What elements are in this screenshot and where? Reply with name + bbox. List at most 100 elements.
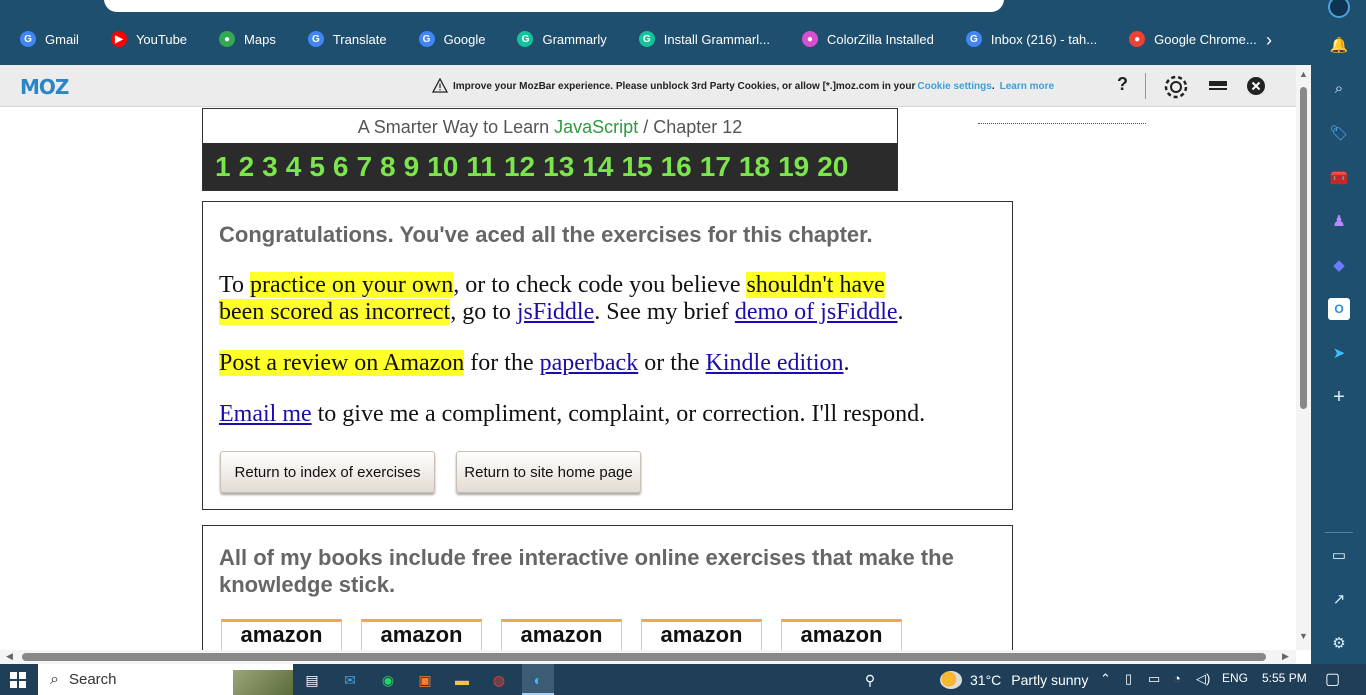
amazon-logo: amazon	[660, 622, 743, 647]
chapter-link[interactable]: 12	[504, 151, 535, 183]
bookmark-item[interactable]: G Gmail	[0, 26, 91, 52]
settings-icon[interactable]: ⚙	[1328, 632, 1350, 654]
grammarly-icon: G	[638, 31, 655, 47]
chevron-up-icon[interactable]: ⌃	[1100, 671, 1111, 687]
chapter-link[interactable]: 9	[404, 151, 420, 183]
chapter-link[interactable]: 7	[356, 151, 372, 183]
battery-icon[interactable]: ▭	[1148, 671, 1160, 687]
weather-widget[interactable]: 31°C Partly sunny	[940, 671, 1088, 689]
shopping-tag-icon[interactable]: 🏷	[1328, 122, 1350, 144]
horizontal-scroll-thumb[interactable]	[22, 653, 1266, 661]
search-icon[interactable]: ⌕	[1328, 77, 1350, 99]
moz-logo[interactable]: MOZ	[20, 75, 69, 99]
cookie-settings-link[interactable]: Cookie settings	[917, 81, 991, 92]
jsfiddle-link[interactable]: jsFiddle	[517, 299, 594, 325]
chapter-link[interactable]: 10	[427, 151, 458, 183]
scroll-right-icon[interactable]: ▶	[1282, 651, 1289, 662]
volume-icon[interactable]: ◁)	[1196, 671, 1210, 687]
amazon-book-link[interactable]: amazon	[221, 619, 342, 650]
scroll-down-icon[interactable]: ▼	[1299, 631, 1308, 641]
chapter-link[interactable]: 15	[621, 151, 652, 183]
vertical-scrollbar[interactable]: ▲ ▼	[1296, 65, 1311, 650]
outlook-icon[interactable]: O	[1328, 298, 1350, 320]
chevron-right-icon[interactable]: ›	[1266, 30, 1272, 51]
split-screen-icon[interactable]: ▭	[1328, 544, 1350, 566]
chapter-link[interactable]: 4	[286, 151, 302, 183]
windows-start-icon[interactable]	[10, 672, 26, 688]
chapter-link[interactable]: 6	[333, 151, 349, 183]
profile-icon[interactable]	[1328, 0, 1350, 18]
kindle-edition-link[interactable]: Kindle edition	[706, 350, 844, 376]
bookmark-item[interactable]: G Grammarly	[497, 26, 618, 52]
chapter-link[interactable]: 8	[380, 151, 396, 183]
chrome-icon[interactable]: ◍	[489, 670, 509, 690]
device-icon[interactable]: ▯	[1125, 671, 1132, 687]
paperback-link[interactable]: paperback	[540, 350, 639, 376]
weather-temp: 31°C	[970, 672, 1002, 688]
bookmark-item[interactable]: G Translate	[288, 26, 399, 52]
help-icon[interactable]: ?	[1117, 74, 1128, 95]
bookmark-item[interactable]: G Install Grammarl...	[619, 26, 782, 52]
task-view-icon[interactable]: ▤	[302, 670, 322, 690]
toolbox-icon[interactable]: 🧰	[1328, 166, 1350, 188]
games-icon[interactable]: ♟	[1328, 210, 1350, 232]
language-indicator[interactable]: ENG	[1222, 671, 1248, 685]
open-external-icon[interactable]: ↗	[1328, 588, 1350, 610]
bookmark-item[interactable]: ● ColorZilla Installed	[782, 26, 946, 52]
bookmark-item[interactable]: ● Maps	[199, 26, 288, 52]
chapter-link[interactable]: 5	[309, 151, 325, 183]
mail-icon[interactable]: ✉	[340, 670, 360, 690]
chapter-link[interactable]: 1	[215, 151, 231, 183]
chapter-link[interactable]: 17	[700, 151, 731, 183]
horizontal-scrollbar[interactable]: ◀ ▶	[0, 650, 1296, 664]
taskbar-search[interactable]: ⌕ Search	[38, 664, 293, 695]
minimize-bar-icon[interactable]	[1208, 79, 1228, 93]
scroll-left-icon[interactable]: ◀	[6, 651, 13, 662]
return-to-home-button[interactable]: Return to site home page	[456, 451, 641, 493]
amazon-book-link[interactable]: amazon	[501, 619, 622, 650]
bell-icon[interactable]: 🔔	[1328, 34, 1350, 56]
edge-icon[interactable]: ◐	[528, 670, 548, 690]
amazon-book-link[interactable]: amazon	[361, 619, 482, 650]
dotted-divider	[978, 123, 1146, 124]
search-icon: ⌕	[50, 670, 59, 688]
chapter-link[interactable]: 14	[582, 151, 613, 183]
bookmark-item[interactable]: ● Google Chrome...	[1109, 26, 1269, 52]
search-highlight-image	[233, 670, 293, 695]
chapter-link[interactable]: 20	[817, 151, 848, 183]
close-icon[interactable]	[1246, 76, 1266, 96]
email-me-link[interactable]: Email me	[219, 401, 312, 427]
whatsapp-icon[interactable]: ◉	[378, 670, 398, 690]
office-icon[interactable]: ◆	[1328, 254, 1350, 276]
clock[interactable]: 5:55 PM	[1262, 671, 1307, 685]
amazon-book-link[interactable]: amazon	[641, 619, 762, 650]
chapter-link[interactable]: 19	[778, 151, 809, 183]
bookmark-item[interactable]: G Google	[399, 26, 498, 52]
people-icon[interactable]: ⚲	[860, 670, 880, 690]
plus-icon[interactable]: +	[1328, 386, 1350, 408]
wifi-icon[interactable]: ◔	[1173, 671, 1181, 686]
chapter-link[interactable]: 11	[466, 151, 496, 183]
chapter-link[interactable]: 16	[661, 151, 692, 183]
chapter-link[interactable]: 2	[239, 151, 255, 183]
scroll-up-icon[interactable]: ▲	[1299, 69, 1308, 79]
learn-more-link[interactable]: Learn more	[1000, 81, 1054, 92]
app-icon[interactable]: ▣	[415, 670, 435, 690]
bookmark-item[interactable]: ▶ YouTube	[91, 26, 199, 52]
return-to-index-button[interactable]: Return to index of exercises	[220, 451, 435, 493]
send-icon[interactable]: ➤	[1328, 342, 1350, 364]
text: To	[219, 272, 250, 298]
vertical-scroll-thumb[interactable]	[1300, 87, 1307, 409]
chapter-link[interactable]: 3	[262, 151, 278, 183]
weather-desc: Partly sunny	[1011, 672, 1089, 688]
chapter-link[interactable]: 18	[739, 151, 770, 183]
chapter-link[interactable]: 13	[543, 151, 574, 183]
notifications-icon[interactable]: ▢	[1325, 669, 1340, 689]
address-bar[interactable]	[104, 0, 1004, 12]
amazon-book-link[interactable]: amazon	[781, 619, 902, 650]
file-explorer-icon[interactable]: ▬	[452, 670, 472, 690]
bookmark-item[interactable]: G Inbox (216) - tah...	[946, 26, 1109, 52]
jsfiddle-demo-link[interactable]: demo of jsFiddle	[735, 299, 898, 325]
gear-icon[interactable]	[1163, 74, 1189, 100]
text: .	[843, 350, 850, 376]
